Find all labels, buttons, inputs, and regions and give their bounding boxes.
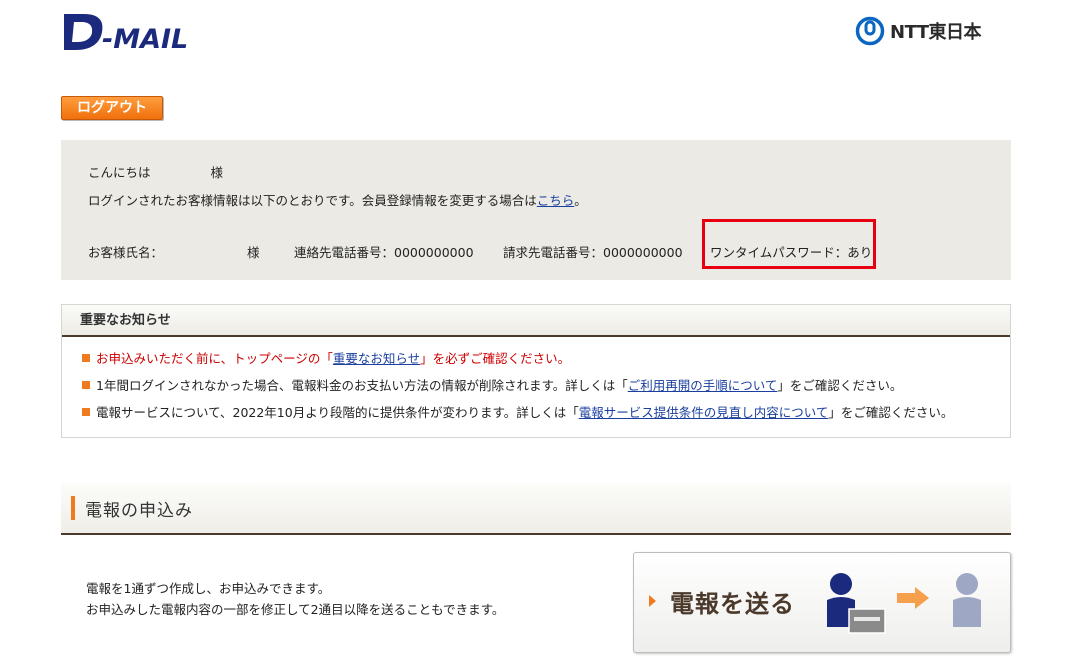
section-accent-bar (71, 496, 75, 520)
resume-procedure-link[interactable]: ご利用再開の手順について (628, 375, 778, 394)
otp-highlight-box (702, 219, 876, 269)
account-info-panel: こんにちは様 ログインされたお客様情報は以下のとおりです。会員登録情報を変更する… (61, 140, 1011, 280)
info-text: ログインされたお客様情報は以下のとおりです。会員登録情報を変更する場合は (88, 193, 537, 208)
notice-item: お申込みいただく前に、トップページの「 重要なお知らせ 」を必ずご確認ください。 (82, 348, 570, 367)
description-line: 電報を1通ずつ作成し、お申込みできます。 (86, 581, 331, 596)
dmail-logo[interactable]: -MAIL (62, 12, 198, 52)
send-telegram-label: 電報を送る (670, 590, 795, 618)
bullet-square-icon (82, 353, 90, 362)
notices-title: 重要なお知らせ (62, 305, 1010, 337)
section-title: 電報の申込み (85, 501, 193, 521)
bullet-square-icon (82, 380, 90, 389)
notice-text: 電報サービスについて、2022年10月より段階的に提供条件が変わります。詳しくは… (96, 405, 579, 420)
send-telegram-button[interactable]: 電報を送る (633, 552, 1011, 653)
section-description: 電報を1通ずつ作成し、お申込みできます。 お申込みした電報内容の一部を修正して2… (86, 578, 504, 620)
customer-name-honorific: 様 (247, 245, 260, 260)
contact-phone: 連絡先電話番号：0000000000 (294, 245, 474, 260)
billing-phone: 請求先電話番号：0000000000 (503, 245, 683, 260)
svg-text:-MAIL: -MAIL (102, 24, 188, 52)
greeting-text: こんにちは (88, 165, 151, 180)
important-notices-panel: 重要なお知らせ お申込みいただく前に、トップページの「 重要なお知らせ 」を必ずご確… (61, 304, 1011, 438)
send-telegram-illustration-icon (827, 573, 981, 634)
notice-text: 」をご確認ください。 (828, 405, 954, 420)
important-notice-link[interactable]: 重要なお知らせ (333, 348, 420, 367)
logout-button[interactable]: ログアウト (61, 96, 163, 120)
notice-text: お申込みいただく前に、トップページの「 (96, 351, 333, 366)
change-registration-link[interactable]: こちら (537, 193, 575, 208)
customer-name-label: お客様氏名： (88, 245, 164, 260)
notice-item: 電報サービスについて、2022年10月より段階的に提供条件が変わります。詳しくは… (82, 402, 953, 421)
account-info-text: ログインされたお客様情報は以下のとおりです。会員登録情報を変更する場合はこちら。 (88, 190, 587, 209)
ntt-icon (855, 16, 885, 46)
description-line: お申込みした電報内容の一部を修正して2通目以降を送ることもできます。 (86, 602, 505, 617)
notice-item: 1年間ログインされなかった場合、電報料金のお支払い方法の情報が削除されます。詳し… (82, 375, 902, 394)
arrow-right-icon (649, 595, 656, 607)
service-terms-review-link[interactable]: 電報サービス提供条件の見直し内容について (579, 402, 829, 421)
greeting-honorific: 様 (210, 165, 224, 180)
ntt-east-logo[interactable]: NTT東日本 (855, 16, 982, 46)
notice-text: 」をご確認ください。 (777, 378, 903, 393)
notice-text: 」を必ずご確認ください。 (420, 351, 571, 366)
telegram-application-section-header: 電報の申込み (61, 483, 1011, 535)
ntt-brand-text: NTT東日本 (890, 22, 982, 43)
notice-text: 1年間ログインされなかった場合、電報料金のお支払い方法の情報が削除されます。詳し… (96, 378, 628, 393)
bullet-square-icon (82, 407, 90, 416)
info-end: 。 (574, 193, 587, 208)
greeting-row: こんにちは 様 (88, 162, 223, 181)
